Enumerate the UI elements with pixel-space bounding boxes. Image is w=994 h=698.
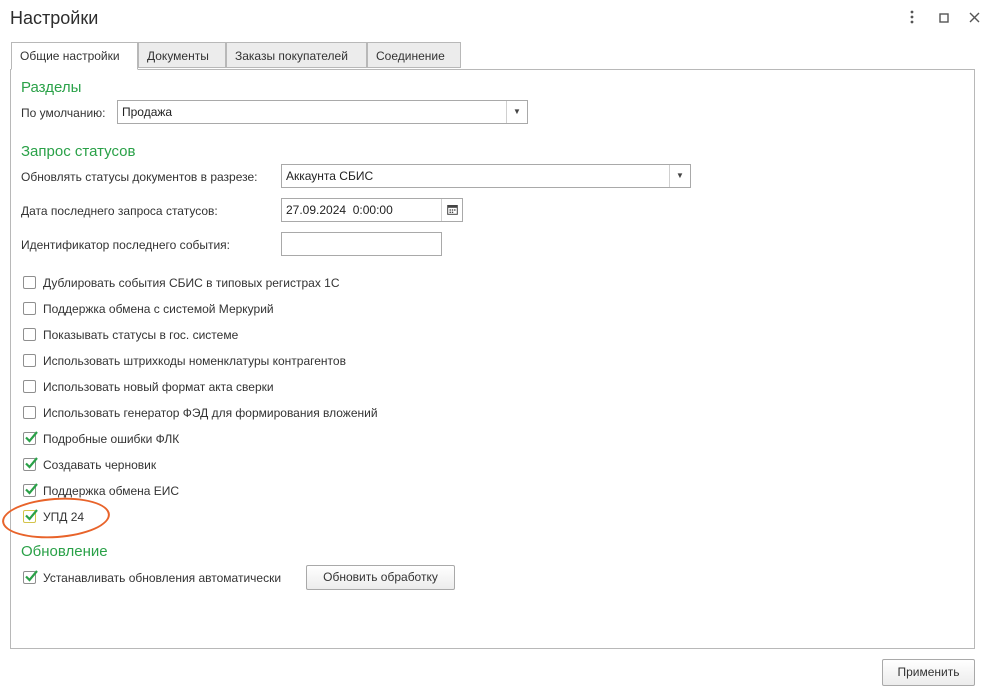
window-title: Настройки <box>10 8 99 28</box>
last-request-date-value: 27.09.2024 0:00:00 <box>286 203 393 217</box>
kebab-menu-icon[interactable] <box>904 10 920 28</box>
option-checkbox-label: Создавать черновик <box>43 458 157 472</box>
tab-customer-orders[interactable]: Заказы покупателей <box>226 42 367 68</box>
checkmark-icon <box>25 431 38 443</box>
close-icon[interactable] <box>966 10 982 28</box>
last-event-label: Идентификатор последнего события: <box>21 238 231 252</box>
section-title-razdely: Разделы <box>21 79 82 96</box>
option-checkbox-label: Использовать генератор ФЭД для формирова… <box>43 406 378 420</box>
section-title-update: Обновление <box>21 543 108 560</box>
auto-update-label: Устанавливать обновления автоматически <box>43 571 282 585</box>
option-checkbox-label: Поддержка обмена ЕИС <box>43 484 180 498</box>
tab-documents[interactable]: Документы <box>138 42 226 68</box>
option-checkbox[interactable] <box>23 276 36 289</box>
maximize-icon[interactable] <box>936 10 952 28</box>
option-checkbox[interactable] <box>23 328 36 341</box>
tab-general-settings[interactable]: Общие настройки <box>11 42 138 70</box>
default-section-label: По умолчанию: <box>21 106 106 120</box>
section-title-status-request: Запрос статусов <box>21 143 136 160</box>
option-checkbox[interactable] <box>23 302 36 315</box>
option-checkbox-label: Показывать статусы в гос. системе <box>43 328 239 342</box>
chevron-down-icon[interactable]: ▼ <box>506 101 527 123</box>
calendar-icon[interactable] <box>441 199 462 221</box>
default-section-value: Продажа <box>122 105 173 119</box>
checkmark-icon <box>25 483 38 495</box>
update-by-select[interactable]: Аккаунта СБИС ▼ <box>281 164 691 188</box>
update-by-value: Аккаунта СБИС <box>286 169 374 183</box>
option-checkbox-label: Использовать штрихкоды номенклатуры конт… <box>43 354 346 368</box>
auto-update-checkbox[interactable] <box>23 570 38 584</box>
option-checkbox[interactable] <box>23 431 38 445</box>
tab-connection[interactable]: Соединение <box>367 42 461 68</box>
option-checkbox[interactable] <box>23 457 38 471</box>
last-request-label: Дата последнего запроса статусов: <box>21 204 218 218</box>
option-checkbox-label: Использовать новый формат акта сверки <box>43 380 274 394</box>
chevron-down-icon[interactable]: ▼ <box>669 165 690 187</box>
option-checkbox-label: Дублировать события СБИС в типовых регис… <box>43 276 340 290</box>
option-checkbox[interactable] <box>23 483 38 497</box>
option-checkbox[interactable] <box>23 406 36 419</box>
last-event-id-input[interactable] <box>281 232 442 256</box>
update-by-label: Обновлять статусы документов в разрезе: <box>21 170 258 184</box>
apply-button[interactable]: Применить <box>882 659 975 686</box>
update-processing-button[interactable]: Обновить обработку <box>306 565 455 590</box>
option-checkbox[interactable] <box>23 380 36 393</box>
last-request-date-field[interactable]: 27.09.2024 0:00:00 <box>281 198 463 222</box>
default-section-select[interactable]: Продажа ▼ <box>117 100 528 124</box>
checkmark-icon <box>25 457 38 469</box>
option-checkbox-label: Поддержка обмена с системой Меркурий <box>43 302 274 316</box>
option-checkbox-label: Подробные ошибки ФЛК <box>43 432 180 446</box>
option-checkbox[interactable] <box>23 354 36 367</box>
